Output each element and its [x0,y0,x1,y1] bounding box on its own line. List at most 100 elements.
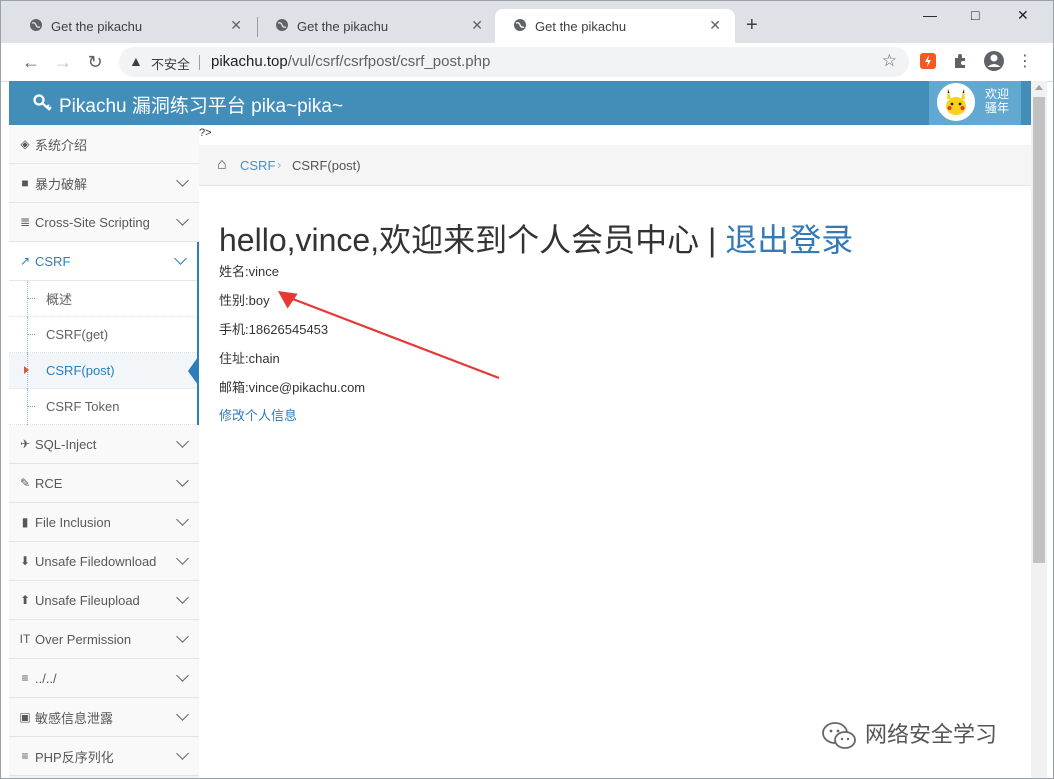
sidebar-item-xss[interactable]: ≣ Cross-Site Scripting [9,203,199,242]
url-text[interactable]: pikachu.top/vul/csrf/csrfpost/csrf_post.… [211,53,490,70]
logout-link[interactable]: 退出登录 [725,222,853,258]
menu-icon[interactable]: ⋮ [1015,52,1035,72]
security-label[interactable]: 不安全 [151,54,190,73]
chevron-down-icon [174,252,187,265]
brand-title: Pikachu 漏洞练习平台 pika~pika~ [59,96,344,117]
window-close-button[interactable]: ✕ [1017,7,1029,24]
close-icon[interactable]: ✕ [709,17,721,34]
chevron-down-icon [176,591,189,604]
upload-icon: ⬆ [19,593,31,607]
sidebar-item-label: Over Permission [35,631,132,647]
csrf-group: ↗ CSRF 概述 CSRF(get) CSRF(post) CSRF Token [9,242,199,425]
star-icon[interactable]: ☆ [882,51,897,71]
puzzle-icon[interactable] [951,52,969,70]
user-greeting: 欢迎 骚年 [985,87,1009,115]
align-icon: ≡ [21,749,29,763]
globe-icon [276,19,288,31]
chevron-down-icon [176,174,189,187]
close-icon[interactable]: ✕ [471,17,483,34]
edit-profile-link[interactable]: 修改个人信息 [219,405,297,424]
active-pointer [188,357,198,385]
tags-icon: ◈ [20,137,30,151]
reload-button[interactable]: ↻ [85,52,105,72]
extension-bolt-icon[interactable] [919,52,937,70]
chevron-down-icon [176,513,189,526]
chevron-down-icon [176,213,189,226]
list-icon: ≣ [19,215,31,229]
new-tab-button[interactable]: + [746,15,758,35]
chevron-down-icon [176,747,189,760]
plane-icon: ✈ [19,437,31,451]
minimize-button[interactable]: — [923,7,937,23]
tab-1[interactable]: Get the pikachu ✕ [11,9,256,43]
sidebar-subitem-csrf-post[interactable]: CSRF(post) [9,353,198,389]
share-icon: ↗ [19,254,31,268]
sidebar-item-rce[interactable]: ✎ RCE [9,464,199,503]
lock-icon: ■ [21,176,29,190]
sidebar-item-label: RCE [35,475,63,491]
chevron-down-icon [176,708,189,721]
sidebar-item-dir-traversal[interactable]: ≡ ../../ [9,659,199,698]
sidebar-item-label: File Inclusion [35,514,111,530]
chevron-down-icon [176,474,189,487]
chevron-down-icon [176,552,189,565]
forward-button[interactable]: → [53,52,73,72]
sidebar-subitem-csrf-token[interactable]: CSRF Token [9,389,197,425]
sidebar-item-intro[interactable]: ◈ 系统介绍 [9,125,199,164]
browser-window: Get the pikachu ✕ Get the pikachu ✕ Get … [0,0,1054,779]
maximize-button[interactable]: □ [971,7,979,23]
chevron-down-icon [176,435,189,448]
sidebar-subitem-csrf-get[interactable]: CSRF(get) [9,317,197,353]
tree-dash [27,406,35,407]
breadcrumb: ⌂ CSRF › CSRF(post) [199,145,1031,186]
user-line-1: 欢迎 [985,87,1010,101]
brand[interactable]: Pikachu 漏洞练习平台 pika~pika~ [33,91,343,118]
sidebar-item-csrf[interactable]: ↗ CSRF [9,242,197,281]
stray-php-tag: ?> [199,127,212,139]
tab-2[interactable]: Get the pikachu ✕ [257,9,497,43]
camera-icon: ▣ [19,710,31,724]
sidebar-item-label: PHP反序列化 [35,749,114,765]
profile-icon[interactable] [983,50,1005,72]
sidebar-item-file-inclusion[interactable]: ▮ File Inclusion [9,503,199,542]
tab-title: Get the pikachu [535,18,627,34]
sidebar-item-php-unserialize[interactable]: ≡ PHP反序列化 [9,737,199,776]
tab-title: Get the pikachu [297,18,389,34]
sidebar-item-label: Unsafe Filedownload [35,553,157,569]
sidebar-item-filedownload[interactable]: ⬇ Unsafe Filedownload [9,542,199,581]
sidebar-item-label: Cross-Site Scripting [35,214,150,230]
user-menu[interactable]: 欢迎 骚年 [929,81,1021,125]
breadcrumb-link-csrf[interactable]: CSRF [240,158,275,173]
info-gender: 性别:boy [219,293,270,308]
address-divider [199,55,200,70]
sidebar-item-sqli[interactable]: ✈ SQL-Inject [9,425,199,464]
warning-icon[interactable]: ▲ [129,53,143,69]
scroll-thumb[interactable] [1033,97,1045,563]
welcome-text: hello,vince,欢迎来到个人会员中心 | [219,222,726,258]
user-line-2: 骚年 [985,101,1010,115]
back-button[interactable]: ← [21,52,41,72]
page-scrollbar[interactable] [1031,81,1047,778]
tree-dash [27,298,35,299]
wechat-logo-icon [822,722,856,750]
sidebar-item-label: SQL-Inject [35,436,97,452]
tree-line [27,281,29,317]
tab-3-active[interactable]: Get the pikachu ✕ [495,9,735,43]
address-bar[interactable]: ▲ 不安全 pikachu.top/vul/csrf/csrfpost/csrf… [119,47,909,77]
home-icon[interactable]: ⌂ [217,156,227,174]
sidebar-item-label: Unsafe Fileupload [35,592,140,608]
sidebar-item-over-permission[interactable]: ΙT Over Permission [9,620,199,659]
caret-right-icon [24,366,29,374]
sidebar-item-info-leak[interactable]: ▣ 敏感信息泄露 [9,698,199,737]
subitem-label: 概述 [46,292,73,307]
tab-strip: Get the pikachu ✕ Get the pikachu ✕ Get … [1,1,1053,43]
close-icon[interactable]: ✕ [230,17,242,34]
sidebar-item-bruteforce[interactable]: ■ 暴力破解 [9,164,199,203]
align-icon: ≡ [21,671,29,685]
browser-toolbar: ← → ↻ ▲ 不安全 pikachu.top/vul/csrf/csrfpos… [1,43,1053,82]
scroll-up-icon[interactable] [1035,85,1043,90]
watermark-text: 网络安全学习 [865,722,998,747]
sidebar-subitem-overview[interactable]: 概述 [9,281,197,317]
sidebar-item-fileupload[interactable]: ⬆ Unsafe Fileupload [9,581,199,620]
main-content: ?> ⌂ CSRF › CSRF(post) hello,vince,欢迎来到个… [199,125,1031,778]
